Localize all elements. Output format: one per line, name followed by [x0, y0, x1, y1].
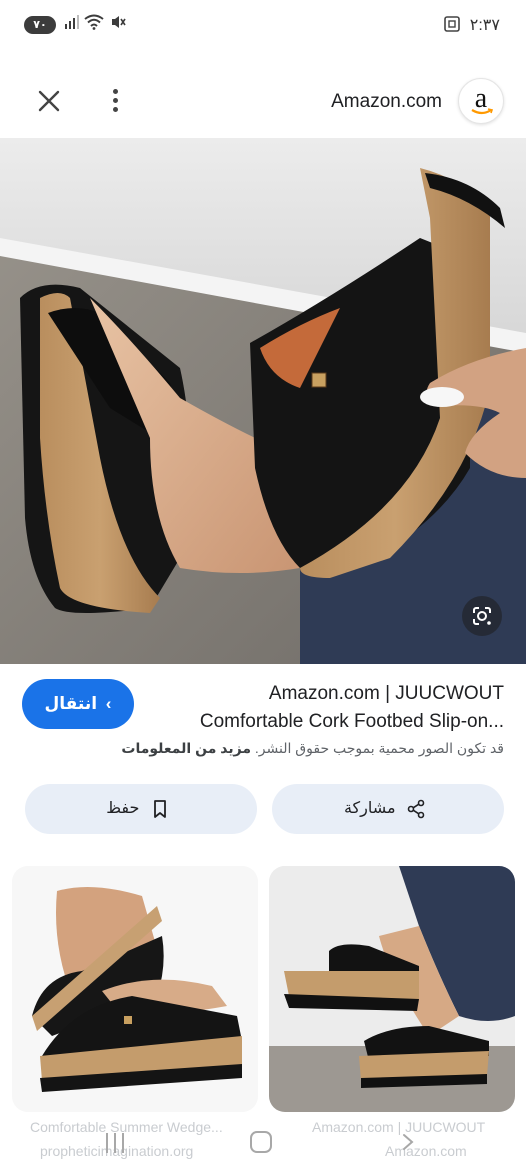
site-name[interactable]: Amazon.com: [331, 91, 442, 113]
status-bar: ٧٠ ٢:٣٧: [0, 0, 526, 52]
home-button[interactable]: [250, 1131, 272, 1153]
share-label: مشاركة: [343, 800, 396, 817]
image-viewer-header: Amazon.com a: [0, 62, 526, 138]
signal-icon: [64, 14, 80, 34]
copyright-notice: قد تكون الصور محمية بموجب حقوق النشر. مز…: [24, 740, 504, 757]
related-sandal-photo-1: [12, 866, 258, 1112]
related-image-1[interactable]: [12, 866, 258, 1112]
bookmark-icon: [153, 800, 166, 818]
mute-icon: [110, 14, 126, 34]
amazon-smile-icon: [471, 108, 494, 115]
more-info-link[interactable]: مزيد من المعلومات: [121, 740, 251, 756]
copyright-text: قد تكون الصور محمية بموجب حقوق النشر.: [254, 740, 504, 756]
share-icon: [407, 799, 425, 819]
clock: ٢:٣٧: [469, 17, 500, 34]
sandal-photo: [0, 138, 526, 664]
chevron-left-icon: ‹: [105, 694, 112, 713]
visit-label: انتقال: [44, 694, 98, 713]
close-icon: [38, 90, 60, 112]
wifi-icon: [84, 14, 104, 34]
save-button[interactable]: حفظ: [25, 784, 257, 834]
visit-button[interactable]: انتقال ‹: [22, 679, 134, 729]
site-logo[interactable]: a: [458, 78, 504, 124]
recent-apps-icon: [106, 1133, 108, 1153]
main-product-image[interactable]: [0, 138, 526, 664]
related-sandal-photo-2: [269, 866, 515, 1112]
more-vert-icon: [113, 89, 118, 94]
result-title-line1: Amazon.com | JUUCWOUT: [268, 683, 504, 704]
related-image-2[interactable]: [269, 866, 515, 1112]
share-button[interactable]: مشاركة: [272, 784, 504, 834]
screenshot-icon: [442, 14, 462, 34]
save-label: حفظ: [106, 800, 140, 817]
more-options-button[interactable]: [104, 86, 126, 116]
system-nav-bar: [0, 1115, 526, 1169]
result-title-line2: Comfortable Cork Footbed Slip-on...: [199, 711, 504, 732]
google-lens-button[interactable]: [462, 596, 502, 636]
lens-icon: [473, 607, 491, 625]
back-button[interactable]: [398, 1132, 418, 1152]
recent-apps-button[interactable]: [104, 1133, 126, 1153]
close-button[interactable]: [34, 86, 64, 116]
battery-indicator: ٧٠: [24, 16, 56, 34]
result-title[interactable]: Amazon.com | JUUCWOUT Comfortable Cork F…: [154, 680, 504, 736]
back-chevron-icon: [403, 1134, 414, 1150]
